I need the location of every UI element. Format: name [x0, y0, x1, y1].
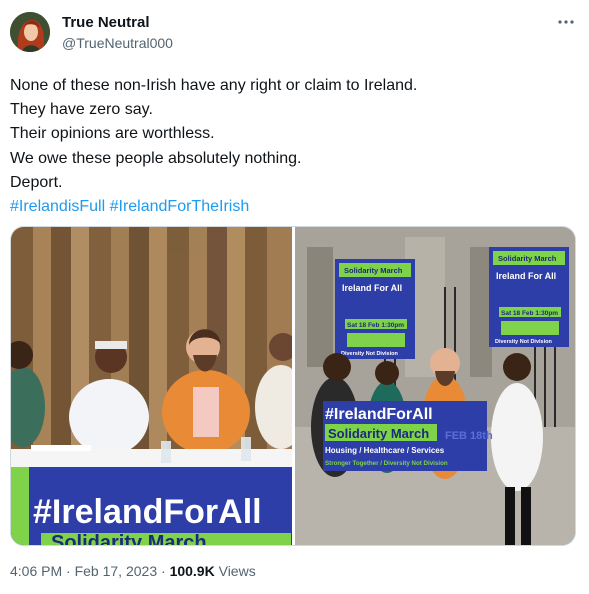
street-rally-image: Solidarity March Ireland For All Sat 18 … — [295, 227, 575, 545]
tweet-line: None of these non-Irish have any right o… — [10, 77, 418, 94]
placard-left: Solidarity March Ireland For All Sat 18 … — [335, 259, 415, 359]
placard-headline: Ireland For All — [342, 283, 402, 293]
tweet-line: They have zero say. — [10, 101, 153, 119]
tweet-time[interactable]: 4:06 PM — [10, 563, 62, 579]
avatar[interactable] — [10, 12, 50, 52]
tweet-meta: 4:06 PM · Feb 17, 2023 · 100.9K Views — [10, 563, 256, 579]
banner-date: FEB 18th — [445, 430, 493, 442]
hashtag-link[interactable]: #IrelandForTheIrish — [110, 198, 250, 215]
placard-title: Solidarity March — [344, 266, 403, 275]
tweet-line: Deport. — [10, 173, 63, 191]
meta-separator: · — [62, 563, 75, 579]
banner-title: Solidarity March — [328, 426, 429, 441]
tweet-line: Their opinions are worthless. — [10, 125, 215, 143]
banner-line2: Stronger Together / Diversity Not Divisi… — [325, 460, 448, 467]
banner-subtext: Solidarity March — [51, 532, 207, 545]
placard-title: Solidarity March — [498, 254, 557, 263]
media-grid: #IrelandForAll Solidarity March Solidari… — [10, 226, 576, 546]
author-name[interactable]: True Neutral — [62, 14, 150, 31]
photo-press-conference[interactable]: #IrelandForAll Solidarity March — [11, 227, 292, 545]
placard-right: Solidarity March Ireland For All Sat 18 … — [489, 247, 569, 347]
banner-text: #IrelandForAll — [33, 493, 262, 531]
press-conference-image: #IrelandForAll Solidarity March — [11, 227, 292, 545]
tweet-card: True Neutral @TrueNeutral000 None of the… — [0, 0, 589, 594]
banner-line1: Housing / Healthcare / Services — [325, 446, 445, 455]
placard-footer: Diversity Not Division — [341, 351, 398, 357]
banner-hashtag: #IrelandForAll — [325, 406, 433, 423]
more-dots-icon[interactable] — [556, 14, 576, 30]
views-label: Views — [214, 563, 256, 579]
meta-separator: · — [157, 563, 170, 579]
avatar-image — [10, 12, 50, 52]
hashtag-line: #IrelandisFull #IrelandForTheIrish — [10, 195, 580, 219]
placard-footer: Diversity Not Division — [495, 339, 552, 345]
placard-date: Sat 18 Feb 1:30pm — [501, 310, 558, 317]
author-handle[interactable]: @TrueNeutral000 — [62, 35, 173, 51]
views-count: 100.9K — [169, 563, 215, 579]
placard-date: Sat 18 Feb 1:30pm — [347, 322, 404, 329]
photo-street-rally[interactable]: Solidarity March Ireland For All Sat 18 … — [295, 227, 575, 545]
tweet-date[interactable]: Feb 17, 2023 — [75, 563, 158, 579]
hashtag-link[interactable]: #IrelandisFull — [10, 198, 105, 215]
tweet-text: None of these non-Irish have any right o… — [10, 74, 580, 219]
tweet-line: We owe these people absolutely nothing. — [10, 149, 302, 167]
placard-headline: Ireland For All — [496, 271, 556, 281]
